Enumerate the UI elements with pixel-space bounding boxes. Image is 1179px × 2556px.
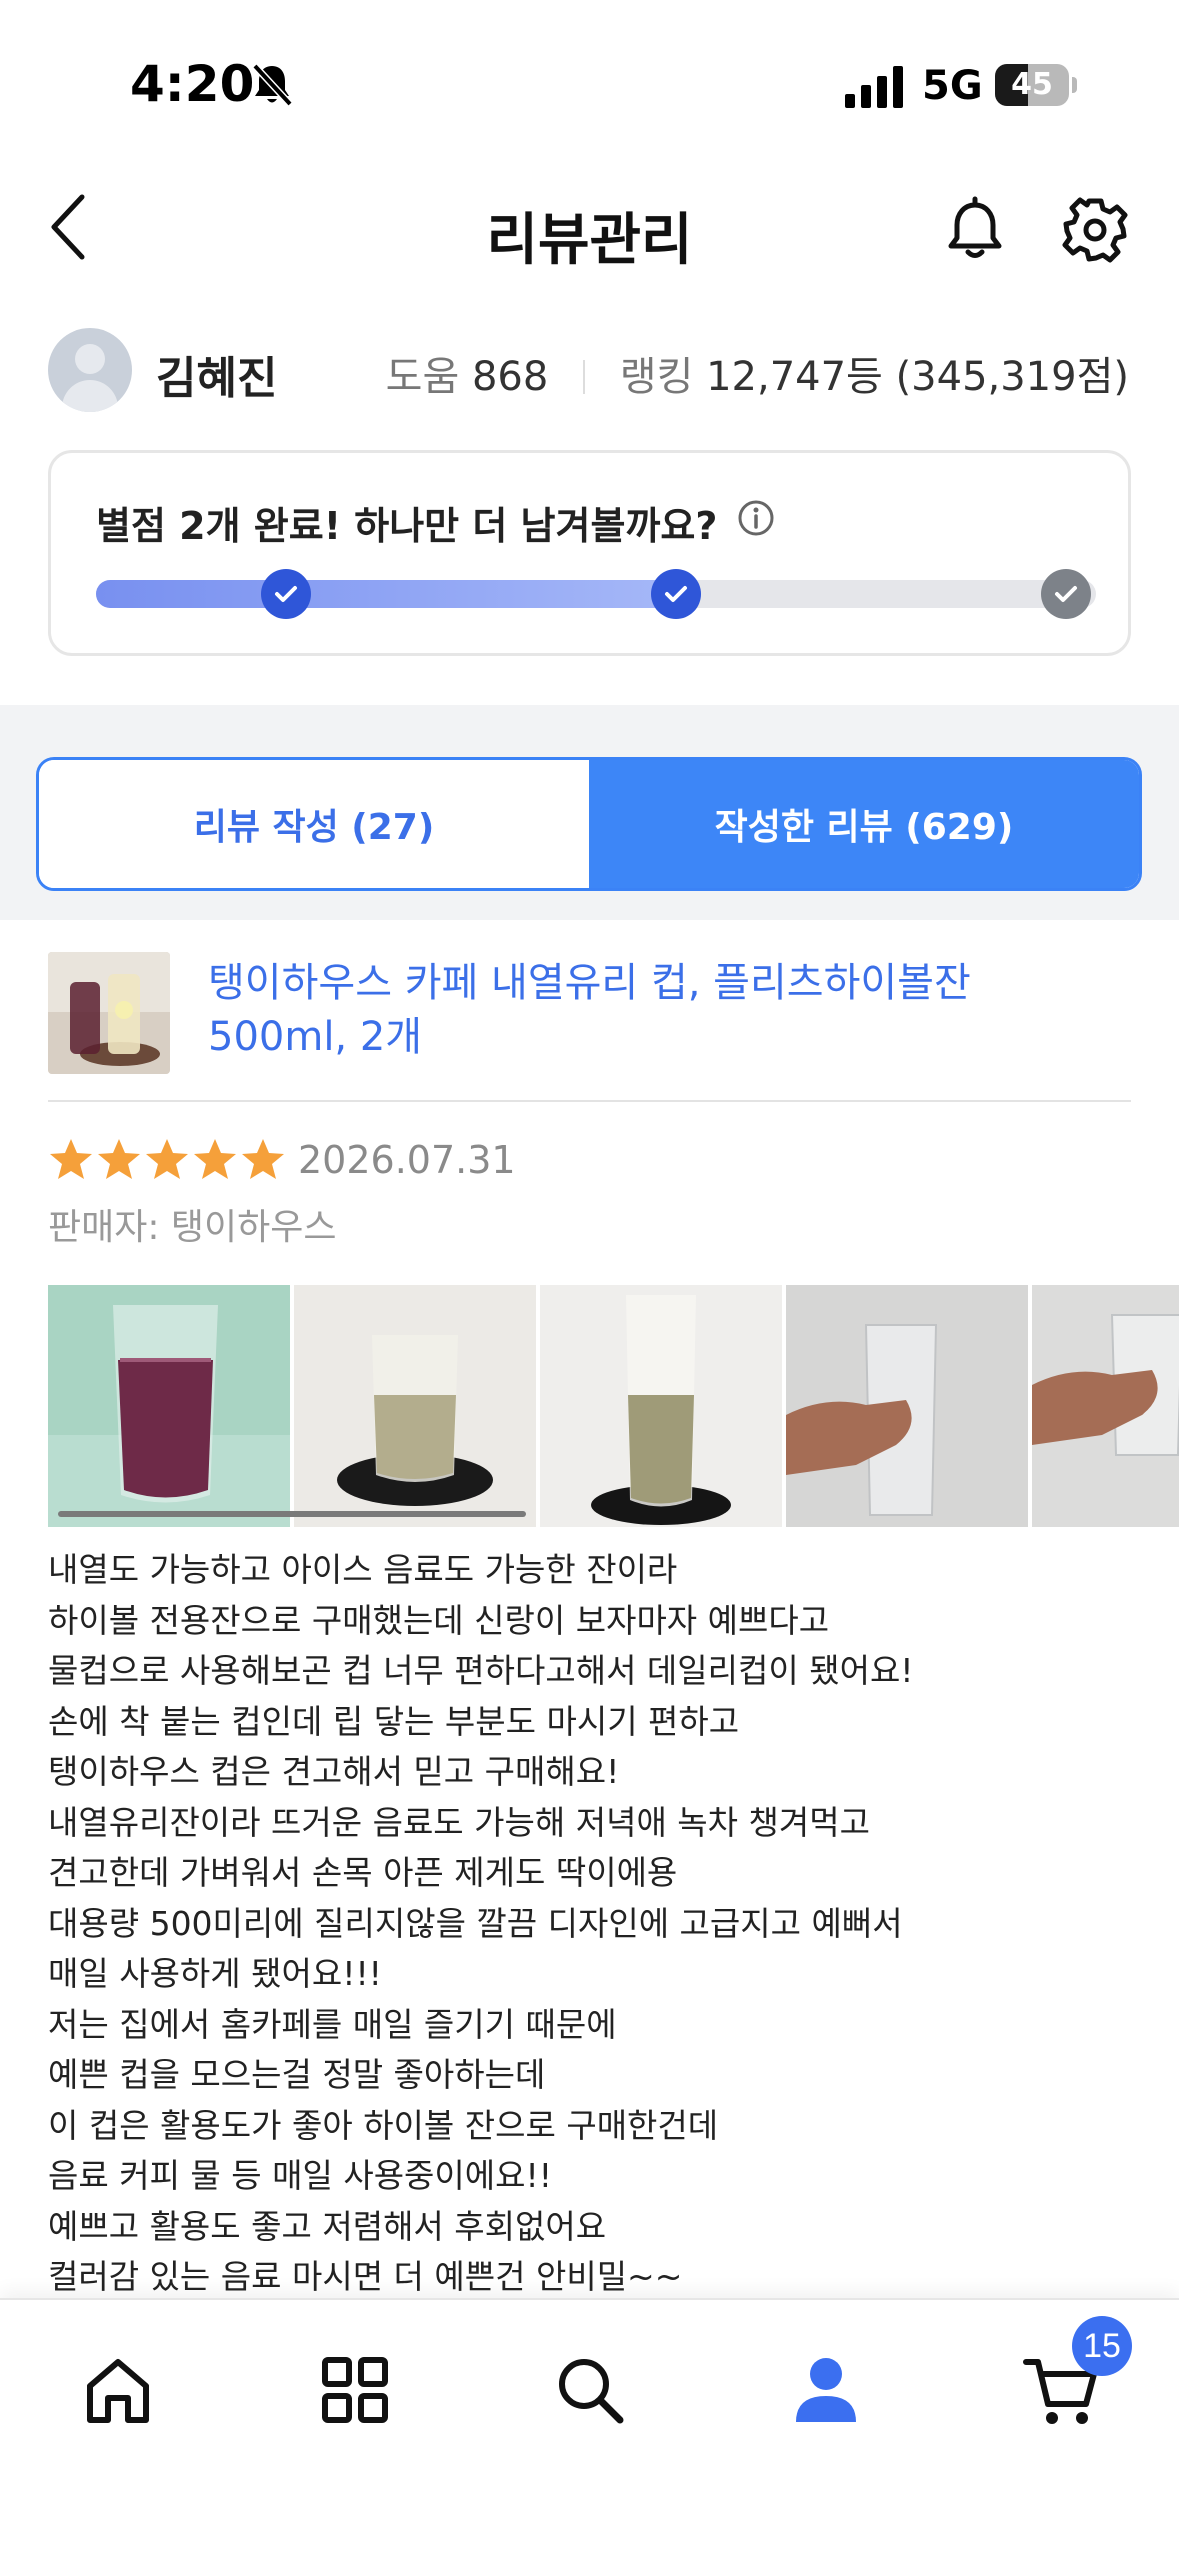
star-icon xyxy=(98,1139,140,1179)
review-photo[interactable] xyxy=(540,1285,782,1527)
star-icon xyxy=(50,1139,92,1179)
review-tabs: 리뷰 작성 (27) 작성한 리뷰 (629) xyxy=(36,757,1142,891)
status-time: 4:20 xyxy=(130,55,255,113)
review-line: 내열도 가능하고 아이스 음료도 가능한 잔이라 xyxy=(48,1550,678,1589)
rank-label: 랭킹 xyxy=(619,354,694,400)
review-line: 이 컵은 활용도가 좋아 하이볼 잔으로 구매한건데 xyxy=(48,2105,719,2145)
progress-message: 별점 2개 완료! 하나만 더 남겨볼까요? xyxy=(96,504,718,548)
stats-divider xyxy=(583,360,586,394)
progress-track xyxy=(96,580,1096,608)
progress-fill xyxy=(96,580,696,608)
review-line: 내열유리잔이라 뜨거운 음료도 가능해 저녁애 녹차 챙겨먹고 xyxy=(48,1802,870,1842)
photo-strip-scrollbar[interactable] xyxy=(58,1511,526,1517)
product-thumbnail[interactable] xyxy=(48,952,170,1074)
profile-icon[interactable] xyxy=(786,2350,866,2430)
user-stats: 도움 868 랭킹 12,747등 (345,319점) xyxy=(386,344,1129,402)
status-bar: 4:20 5G 45 xyxy=(0,0,1179,175)
help-label: 도움 xyxy=(385,354,460,400)
review-line: 예쁜 컵을 모으는걸 정말 좋아하는데 xyxy=(48,2055,546,2094)
review-text: 내열도 가능하고 아이스 음료도 가능한 잔이라하이볼 전용잔으로 구매했는데 … xyxy=(48,1545,1131,2303)
review-line: 손에 착 붙는 컵인데 립 닿는 부분도 마시기 편하고 xyxy=(48,1701,740,1741)
progress-step-check-icon xyxy=(651,569,701,619)
review-line: 대용량 500미리에 질리지않을 깔끔 디자인에 고급지고 예뻐서 xyxy=(48,1903,903,1943)
search-icon[interactable] xyxy=(550,2350,630,2430)
tab-written-reviews[interactable]: 작성한 리뷰 (629) xyxy=(589,760,1139,888)
review-line: 견고한데 가벼워서 손목 아픈 제게도 딱이에용 xyxy=(48,1853,678,1892)
category-grid-icon[interactable] xyxy=(315,2350,395,2430)
cart-count-badge: 15 xyxy=(1072,2316,1132,2376)
battery-percent: 45 xyxy=(1011,67,1053,102)
product-row[interactable]: 탱이하우스 카페 내열유리 컵, 플리츠하이볼잔 500ml, 2개 xyxy=(48,950,1131,1102)
review-line: 음료 커피 물 등 매일 사용중이에요!! xyxy=(48,2156,552,2195)
bell-off-icon xyxy=(252,63,293,107)
star-icon xyxy=(146,1139,188,1179)
progress-step-check-icon xyxy=(1041,569,1091,619)
user-name: 김혜진 xyxy=(156,353,278,404)
seller-name: 판매자: 탱이하우스 xyxy=(48,1207,337,1248)
help-value: 868 xyxy=(471,354,549,400)
review-photo-strip[interactable] xyxy=(48,1285,1179,1527)
battery-icon: 45 xyxy=(995,64,1077,106)
cellular-signal-icon xyxy=(845,66,903,108)
review-photo[interactable] xyxy=(48,1285,290,1527)
review-photo[interactable] xyxy=(786,1285,1028,1527)
gear-icon[interactable] xyxy=(1060,195,1130,265)
review-line: 예쁘고 활용도 좋고 저렴해서 후회없어요 xyxy=(48,2206,607,2246)
star-icon xyxy=(242,1139,284,1179)
avatar[interactable] xyxy=(48,328,132,412)
product-name[interactable]: 탱이하우스 카페 내열유리 컵, 플리츠하이볼잔 500ml, 2개 xyxy=(208,956,1108,1064)
profile-row: 김혜진 도움 868 랭킹 12,747등 (345,319점) xyxy=(0,320,1179,420)
home-icon[interactable] xyxy=(78,2350,158,2430)
rating-row: 2026.07.31 xyxy=(48,1135,1131,1185)
review-line: 저는 집에서 홈카페를 매일 즐기기 때문에 xyxy=(48,2004,617,2044)
rank-value: 12,747등 (345,319점) xyxy=(706,354,1129,400)
tab-write-review[interactable]: 리뷰 작성 (27) xyxy=(39,760,589,888)
review-line: 컬러감 있는 음료 마시면 더 예쁜건 안비밀~~ xyxy=(48,2257,683,2296)
bottom-nav xyxy=(0,2298,1179,2556)
star-rating xyxy=(48,1137,286,1183)
progress-step-check-icon xyxy=(261,569,311,619)
review-date: 2026.07.31 xyxy=(298,1138,516,1182)
bell-icon[interactable] xyxy=(940,195,1010,265)
star-icon xyxy=(194,1139,236,1179)
network-type: 5G xyxy=(922,63,983,109)
review-photo[interactable] xyxy=(294,1285,536,1527)
review-line: 탱이하우스 컵은 견고해서 믿고 구매해요! xyxy=(48,1752,620,1791)
info-icon[interactable] xyxy=(736,498,776,538)
review-line: 물컵으로 사용해보곤 컵 너무 편하다고해서 데일리컵이 됐어요! xyxy=(48,1651,914,1690)
header: 리뷰관리 xyxy=(0,175,1179,285)
review-photo[interactable] xyxy=(1032,1285,1179,1527)
review-line: 매일 사용하게 됐어요!!! xyxy=(48,1954,382,1993)
review-line: 하이볼 전용잔으로 구매했는데 신랑이 보자마자 예쁘다고 xyxy=(48,1600,830,1640)
progress-card: 별점 2개 완료! 하나만 더 남겨볼까요? xyxy=(48,450,1131,656)
